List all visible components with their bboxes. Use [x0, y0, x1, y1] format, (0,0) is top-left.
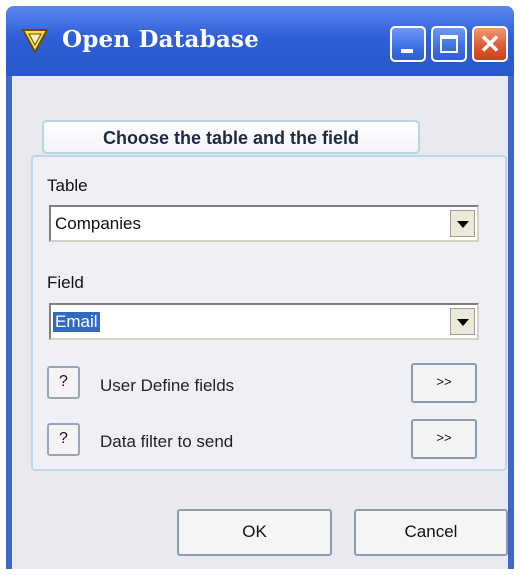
chevron-down-icon[interactable] — [450, 210, 475, 237]
title-bar[interactable]: Open Database ✕ — [6, 6, 514, 76]
cancel-button[interactable]: Cancel — [354, 509, 508, 556]
app-shield-icon — [21, 29, 49, 54]
maximize-button[interactable] — [431, 26, 467, 62]
selection-group: Table Companies Field Email ? User Defin… — [31, 155, 507, 471]
data-filter-expand-button[interactable]: >> — [411, 419, 477, 459]
window-title: Open Database — [62, 26, 260, 53]
chevron-down-icon[interactable] — [450, 308, 475, 335]
data-filter-label: Data filter to send — [100, 432, 234, 451]
maximize-icon — [440, 35, 458, 53]
section-title: Choose the table and the field — [102, 128, 360, 148]
open-database-window: Open Database ✕ Choose the table and the… — [6, 6, 514, 569]
minimize-icon — [401, 49, 413, 53]
user-define-fields-label: User Define fields — [100, 376, 235, 395]
close-button[interactable]: ✕ — [472, 26, 508, 62]
table-select[interactable]: Companies — [49, 205, 479, 242]
table-select-value: Companies — [55, 214, 141, 233]
minimize-button[interactable] — [390, 26, 426, 62]
user-define-help-button[interactable]: ? — [47, 366, 80, 399]
ok-button[interactable]: OK — [177, 509, 332, 556]
user-define-expand-button[interactable]: >> — [411, 363, 477, 403]
section-header: Choose the table and the field — [42, 120, 420, 154]
field-select-value: Email — [53, 312, 100, 332]
close-icon: ✕ — [479, 29, 501, 59]
field-select[interactable]: Email — [49, 303, 479, 340]
field-label: Field — [47, 273, 84, 292]
dialog-body: Choose the table and the field Table Com… — [12, 76, 508, 569]
data-filter-help-button[interactable]: ? — [47, 423, 80, 456]
table-label: Table — [47, 176, 88, 195]
